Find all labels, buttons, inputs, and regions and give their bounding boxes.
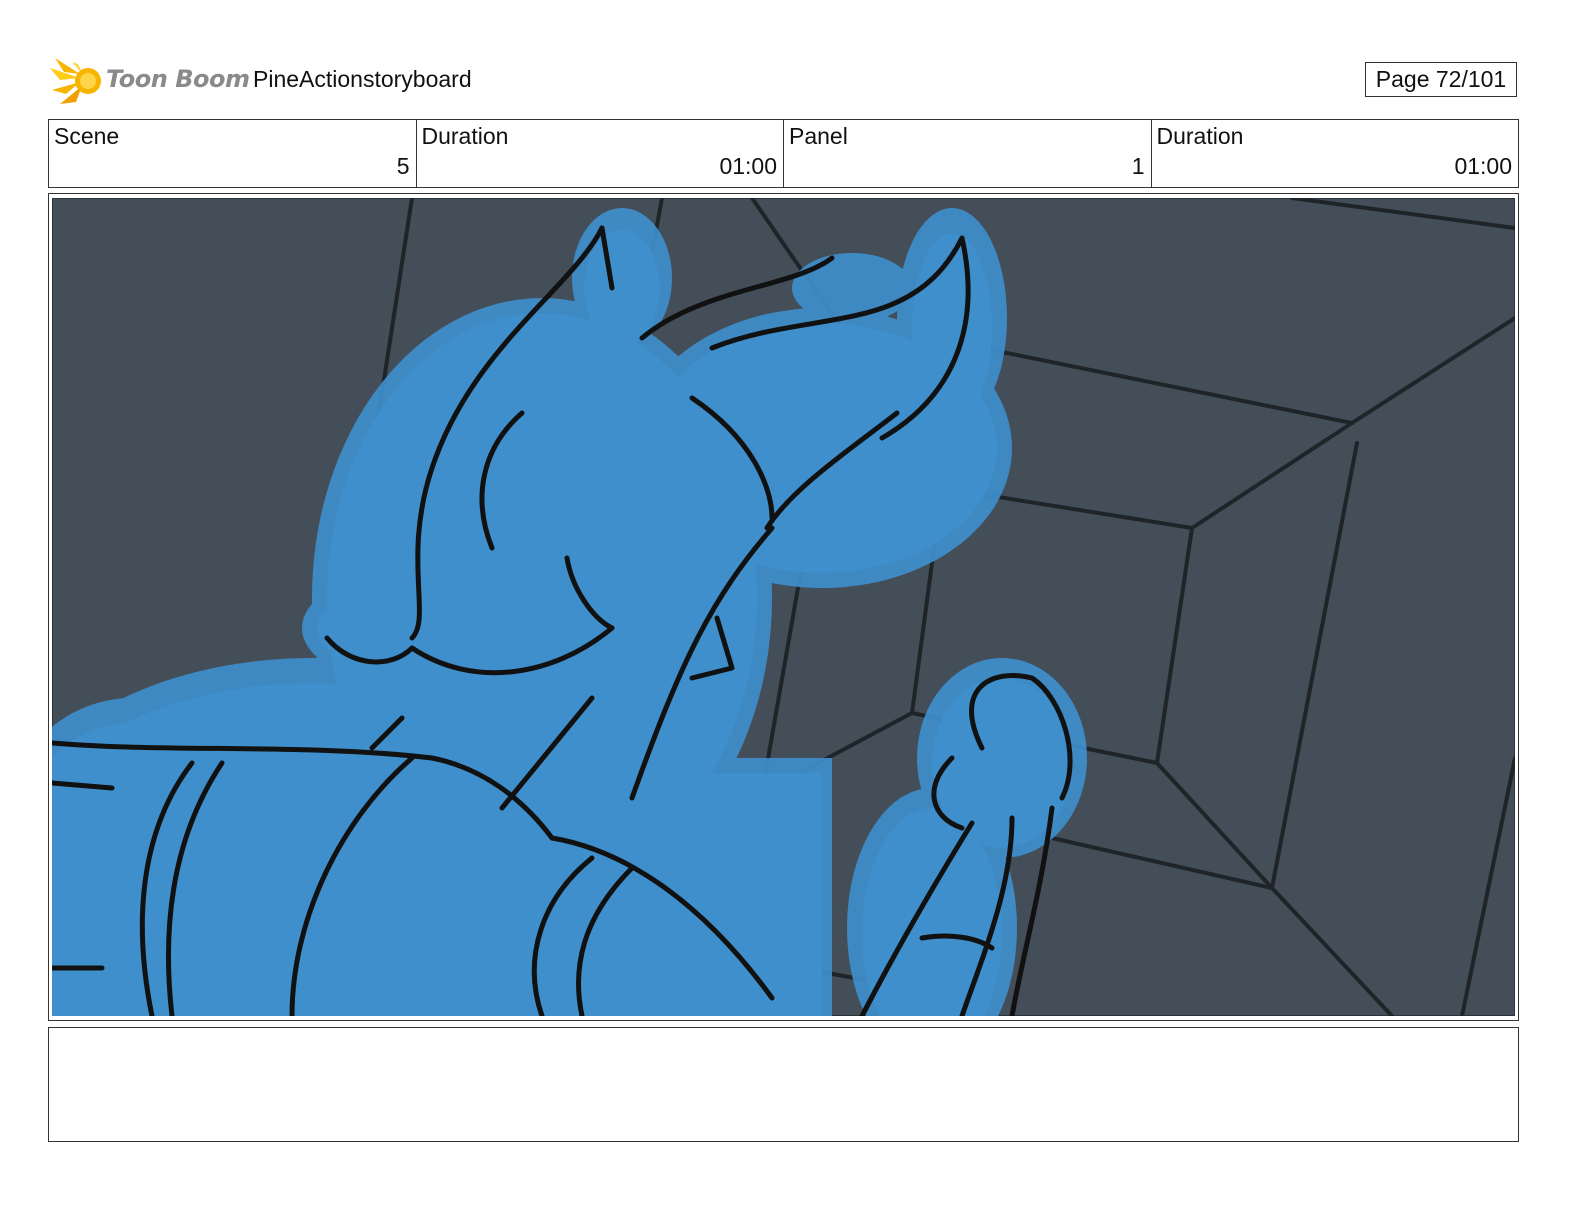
document-title: PineActionstoryboard [253, 66, 472, 92]
panel-value: 1 [1131, 153, 1145, 179]
storyboard-panel-image [52, 198, 1515, 1016]
scene-cell: Scene 5 [49, 120, 417, 187]
panel-duration-label: Duration [1156, 123, 1244, 149]
panel-duration-cell: Duration 01:00 [1152, 120, 1519, 187]
page-number-box: Page 72/101 [1365, 62, 1517, 97]
starburst-icon [50, 58, 101, 104]
scene-duration-cell: Duration 01:00 [417, 120, 784, 187]
panel-label: Panel [789, 123, 848, 149]
scene-label: Scene [54, 123, 120, 149]
panel-duration-value: 01:00 [1454, 153, 1512, 179]
page-header: Toon Boom PineActionstoryboard Page 72/1… [48, 56, 1518, 106]
scene-value: 5 [396, 153, 410, 179]
notes-box [48, 1027, 1519, 1142]
panel-info-table: Scene 5 Duration 01:00 Panel 1 Duration … [48, 119, 1519, 188]
scene-duration-label: Duration [421, 123, 509, 149]
scene-duration-value: 01:00 [719, 153, 777, 179]
toon-boom-logo: Toon Boom [50, 56, 250, 106]
panel-cell: Panel 1 [784, 120, 1152, 187]
logo-wordmark: Toon Boom [106, 65, 250, 93]
storyboard-panel-frame [48, 193, 1519, 1021]
